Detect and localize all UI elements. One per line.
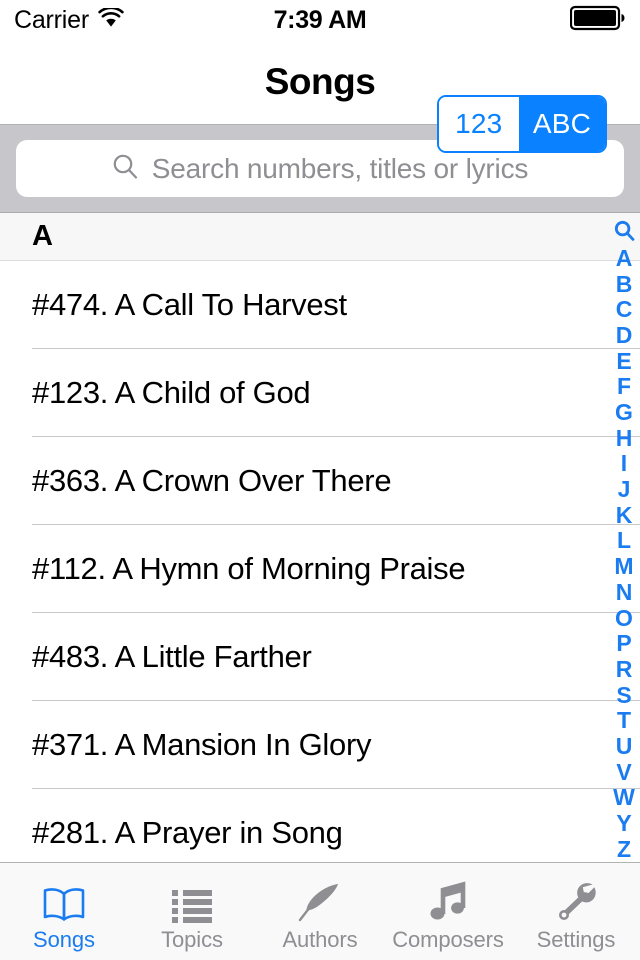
carrier-label: Carrier xyxy=(14,5,89,34)
index-search-icon[interactable] xyxy=(608,217,640,244)
index-letter-p[interactable]: P xyxy=(608,631,640,657)
table-row[interactable]: #112. A Hymn of Morning Praise xyxy=(0,525,640,613)
status-bar: Carrier 7:39 AM xyxy=(0,0,640,40)
table-row[interactable]: #483. A Little Farther xyxy=(0,613,640,701)
index-letter-m[interactable]: M xyxy=(608,554,640,580)
sort-mode-segmented-control[interactable]: 123 ABC xyxy=(436,95,607,153)
app-screen: Carrier 7:39 AM Songs 123 ABC Search num… xyxy=(0,0,640,960)
navigation-bar: Songs 123 ABC xyxy=(0,40,640,153)
song-title: #371. A Mansion In Glory xyxy=(32,727,372,762)
index-letter-r[interactable]: R xyxy=(608,657,640,683)
index-letter-a[interactable]: A xyxy=(608,246,640,272)
tab-topics[interactable]: Topics xyxy=(128,863,256,960)
index-letter-j[interactable]: J xyxy=(608,477,640,503)
table-row[interactable]: #281. A Prayer in Song xyxy=(0,789,640,862)
index-letter-u[interactable]: U xyxy=(608,734,640,760)
table-row[interactable]: #474. A Call To Harvest xyxy=(0,261,640,349)
page-title: Songs xyxy=(264,61,376,102)
index-letter-o[interactable]: O xyxy=(608,605,640,631)
search-placeholder: Search numbers, titles or lyrics xyxy=(151,152,529,184)
index-letter-w[interactable]: W xyxy=(608,785,640,811)
tab-label-authors: Authors xyxy=(282,926,358,952)
wrench-icon xyxy=(555,877,597,923)
index-letter-t[interactable]: T xyxy=(608,708,640,734)
tab-songs[interactable]: Songs xyxy=(0,863,128,960)
index-letter-b[interactable]: B xyxy=(608,271,640,297)
table-row[interactable]: #371. A Mansion In Glory xyxy=(0,701,640,789)
wifi-icon xyxy=(98,6,124,33)
table-row[interactable]: #123. A Child of God xyxy=(0,349,640,437)
search-icon xyxy=(112,153,139,185)
index-letter-n[interactable]: N xyxy=(608,580,640,606)
tab-bar: Songs Topics Authors Composers Settings xyxy=(0,862,640,960)
song-title: #123. A Child of God xyxy=(32,375,311,410)
section-index-strip[interactable]: ABCDEFGHIJKLMNOPRSTUVWYZ xyxy=(608,213,640,862)
segment-abc[interactable]: ABC xyxy=(518,97,605,151)
tab-label-composers: Composers xyxy=(392,926,504,952)
song-title: #112. A Hymn of Morning Praise xyxy=(32,551,466,586)
tab-authors[interactable]: Authors xyxy=(256,863,384,960)
index-letter-e[interactable]: E xyxy=(608,348,640,374)
index-letter-y[interactable]: Y xyxy=(608,811,640,837)
open-book-icon xyxy=(40,877,88,923)
song-title: #483. A Little Farther xyxy=(32,639,312,674)
song-title: #281. A Prayer in Song xyxy=(32,815,343,850)
song-title: #474. A Call To Harvest xyxy=(32,287,347,322)
index-letter-c[interactable]: C xyxy=(608,297,640,323)
tab-label-settings: Settings xyxy=(536,926,616,952)
tab-label-songs: Songs xyxy=(33,926,95,952)
index-letter-h[interactable]: H xyxy=(608,425,640,451)
feather-quill-icon xyxy=(297,877,343,923)
index-letter-i[interactable]: I xyxy=(608,451,640,477)
index-letter-z[interactable]: Z xyxy=(608,836,640,862)
bulleted-list-icon xyxy=(170,877,214,923)
tab-composers[interactable]: Composers xyxy=(384,863,512,960)
segment-123[interactable]: 123 xyxy=(438,97,519,151)
status-bar-left: Carrier xyxy=(14,6,124,35)
tab-label-topics: Topics xyxy=(161,926,223,952)
content-area: A #474. A Call To Harvest #123. A Child … xyxy=(0,213,640,862)
status-bar-right xyxy=(569,5,626,36)
table-row[interactable]: #363. A Crown Over There xyxy=(0,437,640,525)
index-letter-d[interactable]: D xyxy=(608,323,640,349)
battery-full-icon xyxy=(569,5,626,36)
index-letter-f[interactable]: F xyxy=(608,374,640,400)
index-letter-v[interactable]: V xyxy=(608,759,640,785)
section-header-a: A xyxy=(0,213,640,261)
index-letter-k[interactable]: K xyxy=(608,502,640,528)
tab-settings[interactable]: Settings xyxy=(512,863,640,960)
index-letter-l[interactable]: L xyxy=(608,528,640,554)
music-note-icon xyxy=(427,877,469,923)
songs-list[interactable]: A #474. A Call To Harvest #123. A Child … xyxy=(0,213,640,862)
index-letter-g[interactable]: G xyxy=(608,400,640,426)
song-title: #363. A Crown Over There xyxy=(32,463,392,498)
index-letter-s[interactable]: S xyxy=(608,682,640,708)
